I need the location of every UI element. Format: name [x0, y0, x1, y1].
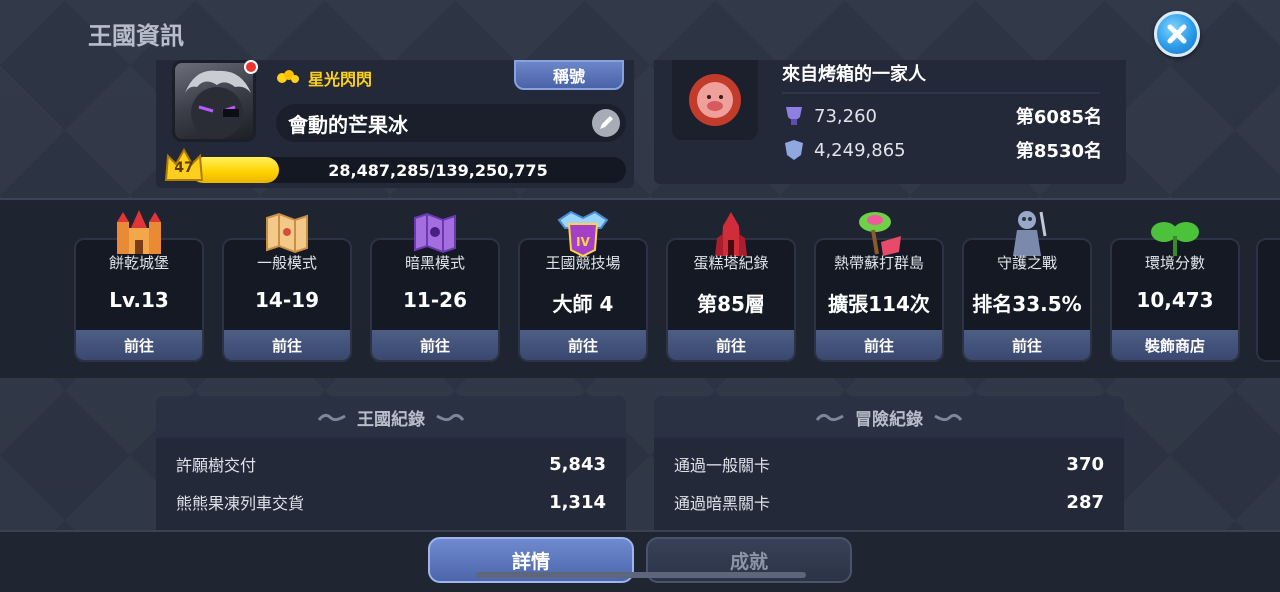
card-dark-mode: 暗黑模式 11-26 前往 [370, 212, 500, 362]
record-label: 通過暗黑關卡 [674, 494, 771, 513]
family-emblem[interactable] [672, 60, 758, 140]
family-trophy-rank: 第6085名 [1015, 107, 1102, 128]
family-score-value: 4,249,865 [814, 139, 906, 161]
record-value: 5,843 [549, 453, 606, 475]
record-row: 熊熊果凍列車交貨 1,314 [176, 489, 606, 515]
card-label: 熱帶蘇打群島 [833, 254, 924, 272]
card-kingdom-arena: IV 王國競技場 大師 4 前往 [518, 210, 648, 362]
card-label: 暗黑模式 [404, 254, 465, 272]
record-value: 1,314 [549, 491, 606, 513]
close-icon [1167, 24, 1187, 44]
player-name-field[interactable]: 會動的芒果冰 [276, 104, 626, 142]
card-value: 10,473 [1136, 288, 1214, 312]
card-label: 環境分數 [1144, 254, 1205, 272]
scrollbar[interactable] [476, 572, 806, 578]
close-button[interactable] [1154, 11, 1200, 57]
swirl-left-icon [317, 413, 346, 422]
bottom-tab-bar [0, 530, 1280, 592]
card-value: 11-26 [403, 288, 467, 312]
family-trophy-value: 73,260 [814, 105, 877, 127]
family-score-rank: 第8530名 [1015, 141, 1102, 162]
card-value: Lv.13 [109, 288, 169, 312]
go-button[interactable]: 前往 [372, 330, 498, 360]
decoration-shop-button[interactable]: 裝飾商店 [1112, 330, 1238, 360]
record-label: 許願樹交付 [176, 456, 257, 475]
family-row-score: 4,249,865 第8530名 [782, 137, 1102, 163]
swirl-right-icon [436, 413, 465, 422]
card-label: 一般模式 [256, 254, 317, 272]
sparkle-icon [277, 70, 299, 83]
player-title: 星光閃閃 [276, 66, 372, 90]
island-icon [859, 212, 901, 256]
avatar[interactable] [172, 60, 256, 142]
card-cookie-castle: 餅乾城堡 Lv.13 前往 [74, 210, 204, 362]
notification-badge [244, 60, 258, 74]
card-guardian-battle: 守護之戰 排名33.5% 前往 [962, 211, 1092, 362]
guardian-icon [1013, 211, 1047, 256]
card-value: 14-19 [255, 288, 319, 312]
page-title: 王國資訊 [88, 22, 184, 50]
adventure-record-header: 冒險紀錄 [654, 396, 1124, 438]
title-button[interactable]: 稱號 [514, 60, 624, 90]
family-row-trophy: 73,260 第6085名 [782, 103, 1102, 129]
arena-icon: IV [557, 210, 609, 258]
kingdom-record-title: 王國紀錄 [357, 409, 425, 430]
trophy-icon [786, 107, 802, 125]
exp-bar: 28,487,285/139,250,775 [190, 157, 626, 183]
record-value: 287 [1066, 491, 1104, 513]
record-label: 熊熊果凍列車交貨 [176, 494, 305, 513]
level-value: 47 [174, 160, 194, 176]
swirl-right-icon [934, 413, 963, 422]
record-row: 通過暗黑關卡 287 [674, 489, 1104, 515]
adventure-record-panel: 冒險紀錄 通過一般關卡 370 通過暗黑關卡 287 [654, 396, 1124, 530]
record-label: 通過一般關卡 [674, 456, 771, 475]
swirl-left-icon [815, 413, 844, 422]
record-row: 許願樹交付 5,843 [176, 451, 606, 477]
card-environment-score: 環境分數 10,473 裝飾商店 [1110, 222, 1240, 362]
card-value: 排名33.5% [972, 292, 1082, 316]
card-cake-tower: 蛋糕塔紀錄 第85層 前往 [666, 212, 796, 362]
card-label: 蛋糕塔紀錄 [693, 254, 769, 272]
go-button[interactable]: 前往 [520, 330, 646, 360]
card-value: 第85層 [697, 292, 765, 316]
level-badge: 47 [164, 146, 204, 184]
go-button[interactable]: 前往 [224, 330, 350, 360]
adventure-record-title: 冒險紀錄 [855, 409, 923, 430]
card-next-partial[interactable] [1256, 238, 1280, 362]
go-button[interactable]: 前往 [668, 330, 794, 360]
card-tropical-soda-islands: 熱帶蘇打群島 擴張114次 前往 [814, 212, 944, 362]
player-title-text: 星光閃閃 [308, 70, 373, 89]
record-value: 370 [1066, 453, 1104, 475]
exp-text: 28,487,285/139,250,775 [328, 160, 548, 180]
divider [782, 92, 1100, 94]
card-label: 守護之戰 [996, 254, 1057, 272]
card-label: 王國競技場 [545, 254, 621, 272]
card-value: 擴張114次 [828, 292, 930, 316]
kingdom-record-panel: 王國紀錄 許願樹交付 5,843 熊熊果凍列車交貨 1,314 [156, 396, 626, 530]
card-value: 大師 4 [552, 292, 614, 316]
card-label: 餅乾城堡 [108, 254, 169, 272]
go-button[interactable]: 前往 [816, 330, 942, 360]
tower-icon [715, 212, 747, 256]
sprout-icon [1151, 222, 1199, 256]
record-row: 通過一般關卡 370 [674, 451, 1104, 477]
shield-icon [785, 140, 803, 160]
castle-icon [117, 210, 161, 254]
family-name: 來自烤箱的一家人 [782, 64, 926, 85]
go-button[interactable]: 前往 [964, 330, 1090, 360]
svg-text:IV: IV [576, 235, 590, 249]
player-name: 會動的芒果冰 [288, 112, 408, 137]
pencil-icon[interactable] [592, 109, 620, 137]
kingdom-record-header: 王國紀錄 [156, 396, 626, 438]
dark-map-icon [414, 212, 456, 254]
card-normal-mode: 一般模式 14-19 前往 [222, 212, 352, 362]
map-icon [266, 212, 308, 254]
go-button[interactable]: 前往 [76, 330, 202, 360]
